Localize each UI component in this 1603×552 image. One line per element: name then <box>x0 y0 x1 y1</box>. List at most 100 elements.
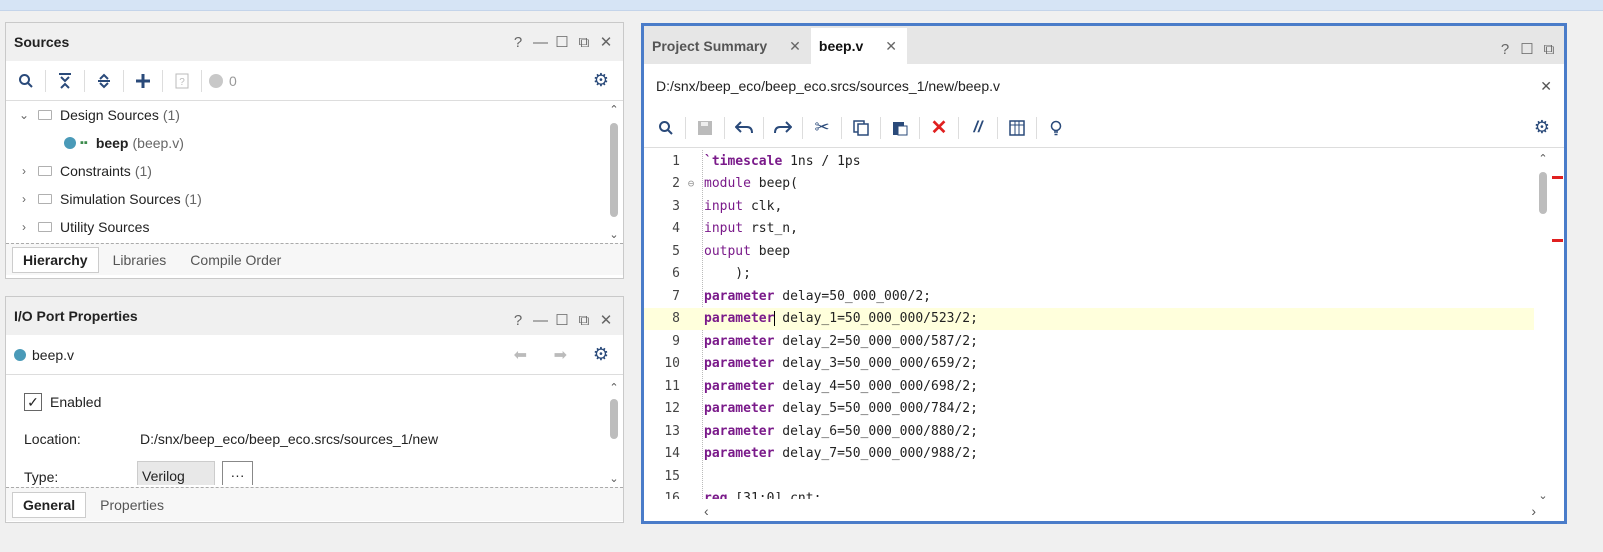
chevron-right-icon[interactable]: › <box>16 164 32 178</box>
editor-vscroll[interactable]: ⌃ ⌄ <box>1536 152 1550 502</box>
code-line[interactable]: 8 parameter delay_1=50_000_000/523/2; <box>644 307 1534 330</box>
chevron-right-icon[interactable]: › <box>16 192 32 206</box>
sources-scrollbar[interactable]: ⌃ ⌄ <box>607 103 621 241</box>
chevron-down-icon[interactable]: ⌄ <box>16 108 32 122</box>
error-marker[interactable] <box>1552 176 1563 179</box>
code-line[interactable]: 10 parameter delay_3=50_000_000/659/2; <box>644 353 1534 376</box>
type-field[interactable]: Verilog <box>137 461 215 485</box>
scroll-right-icon[interactable]: › <box>1531 503 1536 519</box>
paste-icon[interactable] <box>886 115 914 141</box>
tab-hierarchy[interactable]: Hierarchy <box>12 246 99 273</box>
svg-text:?: ? <box>179 77 185 88</box>
close-icon[interactable]: ✕ <box>599 33 613 51</box>
redo-icon[interactable] <box>769 115 797 141</box>
code-text: module beep( <box>702 176 1534 191</box>
keyword: reg <box>704 491 728 499</box>
tree-item-constraints[interactable]: › Constraints (1) <box>6 157 605 185</box>
tab-general[interactable]: General <box>12 491 87 518</box>
help-icon[interactable]: ? <box>1498 41 1512 58</box>
float-icon[interactable]: ⧉ <box>577 312 591 329</box>
code-line[interactable]: 2 ⊖ module beep( <box>644 173 1534 196</box>
search-icon[interactable] <box>12 68 40 94</box>
delete-icon[interactable]: ✕ <box>925 115 953 141</box>
gear-icon[interactable]: ⚙ <box>593 344 609 365</box>
add-sources-icon[interactable] <box>129 68 157 94</box>
tab-libraries[interactable]: Libraries <box>103 248 177 272</box>
comment-toggle-icon[interactable]: // <box>964 115 992 141</box>
type-value: Verilog <box>142 468 185 484</box>
code-rest: beep( <box>750 176 798 192</box>
tree-item-utility-sources[interactable]: › Utility Sources <box>6 213 605 241</box>
file-path-bar: D:/snx/beep_eco/beep_eco.srcs/sources_1/… <box>644 64 1564 108</box>
code-line[interactable]: 6 ); <box>644 263 1534 286</box>
collapse-all-icon[interactable] <box>51 68 79 94</box>
tree-item-label: beep <box>95 135 129 151</box>
close-tab-icon[interactable]: ✕ <box>885 38 897 55</box>
back-arrow-icon[interactable]: ⬅ <box>514 345 527 365</box>
scroll-up-icon[interactable]: ⌃ <box>607 381 621 394</box>
minimize-icon[interactable]: — <box>533 34 548 51</box>
tree-item-beep[interactable]: ▪▪ beep (beep.v) <box>6 129 605 157</box>
code-line[interactable]: 5 output beep <box>644 240 1534 263</box>
code-rest: delay_4=50_000_000/698/2; <box>774 378 978 394</box>
io-window-controls: ? — ☐ ⧉ ✕ <box>511 311 613 330</box>
code-line[interactable]: 14 parameter delay_7=50_000_000/988/2; <box>644 443 1534 466</box>
help-icon[interactable]: ? <box>511 312 525 329</box>
tree-item-design-sources[interactable]: ⌄ Design Sources (1) <box>6 101 605 129</box>
code-line[interactable]: 1 `timescale 1ns / 1ps <box>644 150 1534 173</box>
scroll-left-icon[interactable]: ‹ <box>704 503 709 519</box>
editor-hscroll[interactable]: ‹ › <box>704 503 1536 519</box>
line-number: 15 <box>664 468 680 484</box>
scroll-down-icon[interactable]: ⌄ <box>1536 489 1550 502</box>
tab-beep-v[interactable]: beep.v ✕ <box>810 28 907 64</box>
code-line[interactable]: 7 parameter delay=50_000_000/2; <box>644 285 1534 308</box>
tree-item-count: (1) <box>162 107 180 123</box>
save-icon[interactable] <box>691 115 719 141</box>
help-icon[interactable]: ? <box>511 34 525 51</box>
code-line[interactable]: 15 <box>644 465 1534 488</box>
line-number: 2 <box>672 176 680 192</box>
io-scrollbar[interactable]: ⌃ ⌄ <box>607 381 621 485</box>
minimize-icon[interactable]: — <box>533 312 548 329</box>
maximize-icon[interactable]: ☐ <box>555 311 569 329</box>
maximize-icon[interactable]: ☐ <box>555 33 569 51</box>
fold-toggle-icon[interactable]: ⊖ <box>680 177 702 190</box>
expand-all-icon[interactable] <box>90 68 118 94</box>
code-line[interactable]: 11 parameter delay_4=50_000_000/698/2; <box>644 375 1534 398</box>
code-editor[interactable]: 1 `timescale 1ns / 1ps 2 ⊖ module beep(3 inpu… <box>644 150 1534 499</box>
error-marker[interactable] <box>1552 239 1563 242</box>
copy-icon[interactable] <box>847 115 875 141</box>
code-line[interactable]: 12 parameter delay_5=50_000_000/784/2; <box>644 398 1534 421</box>
column-select-icon[interactable] <box>1003 115 1031 141</box>
enabled-checkbox[interactable]: ✓ <box>24 393 42 411</box>
code-line[interactable]: 4 input rst_n, <box>644 218 1534 241</box>
code-line[interactable]: 9 parameter delay_2=50_000_000/587/2; <box>644 330 1534 353</box>
code-line[interactable]: 3 input clk, <box>644 195 1534 218</box>
search-icon[interactable] <box>652 115 680 141</box>
tab-project-summary[interactable]: Project Summary ✕ <box>644 28 811 64</box>
scroll-up-icon[interactable]: ⌃ <box>1536 152 1550 165</box>
undo-icon[interactable] <box>730 115 758 141</box>
scroll-down-icon[interactable]: ⌄ <box>607 228 621 241</box>
float-icon[interactable]: ⧉ <box>577 34 591 51</box>
code-line[interactable]: 16 reg [31:0] cnt; <box>644 488 1534 499</box>
cut-icon[interactable]: ✂ <box>808 115 836 141</box>
float-icon[interactable]: ⧉ <box>1542 41 1556 58</box>
gear-icon[interactable]: ⚙ <box>1534 117 1550 138</box>
maximize-icon[interactable]: ☐ <box>1520 40 1534 58</box>
source-help-icon[interactable]: ? <box>168 68 196 94</box>
chevron-right-icon[interactable]: › <box>16 220 32 234</box>
tree-item-simulation-sources[interactable]: › Simulation Sources (1) <box>6 185 605 213</box>
scroll-down-icon[interactable]: ⌄ <box>607 472 621 485</box>
lightbulb-icon[interactable] <box>1042 115 1070 141</box>
tab-properties[interactable]: Properties <box>90 493 174 517</box>
close-icon[interactable]: ✕ <box>599 311 613 329</box>
more-options-button[interactable]: ··· <box>222 461 253 485</box>
close-tab-icon[interactable]: ✕ <box>789 38 801 55</box>
scroll-up-icon[interactable]: ⌃ <box>607 103 621 116</box>
tab-compile-order[interactable]: Compile Order <box>180 248 291 272</box>
forward-arrow-icon[interactable]: ➡ <box>554 345 567 365</box>
gear-icon[interactable]: ⚙ <box>593 70 609 91</box>
code-line[interactable]: 13 parameter delay_6=50_000_000/880/2; <box>644 420 1534 443</box>
close-file-icon[interactable]: ✕ <box>1540 78 1552 95</box>
